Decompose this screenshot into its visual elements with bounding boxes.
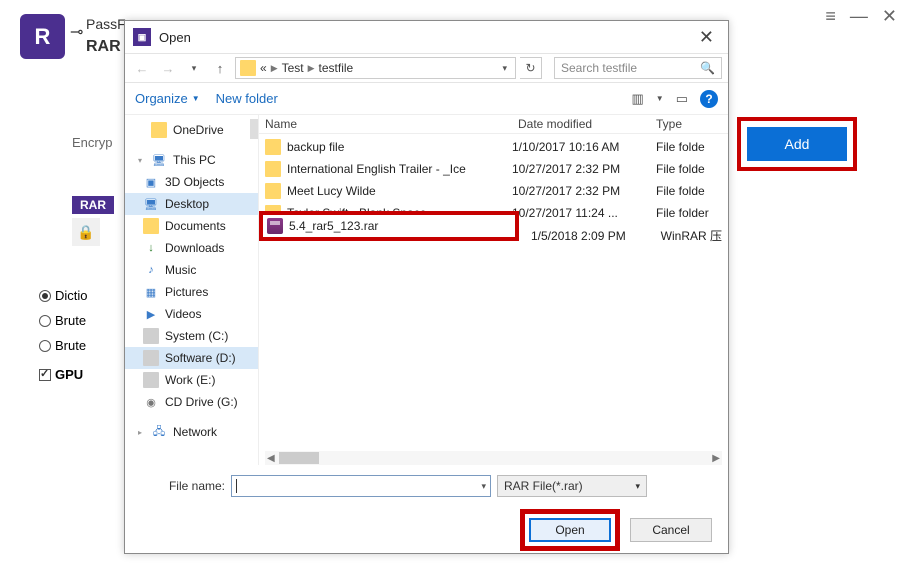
filename-input[interactable]: ▾ [231, 475, 491, 497]
tree-onedrive[interactable]: OneDrive [125, 119, 258, 141]
list-item[interactable]: International English Trailer - _Ice 10/… [259, 158, 728, 180]
nav-back-icon[interactable]: ← [131, 61, 153, 76]
rar-file-highlight: 5.4_rar5_123.rar [259, 211, 519, 241]
folder-icon [265, 183, 281, 199]
desktop-icon: 🖥 [143, 196, 159, 212]
tree-drive-e[interactable]: Work (E:) [125, 369, 258, 391]
folder-icon [265, 139, 281, 155]
cancel-button[interactable]: Cancel [630, 518, 712, 542]
nav-forward-icon[interactable]: → [157, 61, 179, 76]
chevron-right-icon[interactable]: ▸ [135, 428, 145, 437]
add-button-highlight: Add [737, 117, 857, 171]
folder-tree: OneDrive ▾🖥This PC ▣3D Objects 🖥Desktop … [125, 115, 259, 465]
pictures-icon: ▦ [143, 284, 159, 300]
tree-drive-g[interactable]: ◉CD Drive (G:) [125, 391, 258, 413]
tree-network[interactable]: ▸🖧Network [125, 421, 258, 443]
cd-icon: ◉ [143, 394, 159, 410]
chevron-down-icon: ▾ [635, 481, 640, 492]
tree-3d-objects[interactable]: ▣3D Objects [125, 171, 258, 193]
videos-icon: ▶ [143, 306, 159, 322]
dialog-close-icon[interactable]: ✕ [693, 27, 720, 48]
file-type-filter[interactable]: RAR File(*.rar) ▾ [497, 475, 647, 497]
chevron-right-icon: ▶ [308, 63, 315, 74]
app-close-icon[interactable]: ✕ [882, 6, 897, 27]
breadcrumb-test[interactable]: Test [282, 61, 304, 75]
nav-up-icon[interactable]: ↑ [209, 61, 231, 76]
open-button[interactable]: Open [529, 518, 611, 542]
tree-downloads[interactable]: ↓Downloads [125, 237, 258, 259]
radio-brute-1[interactable]: Brute [39, 313, 88, 328]
dialog-title: Open [159, 30, 191, 45]
list-item-rar[interactable]: 5.4_rar5_123.rar [267, 217, 511, 235]
col-date[interactable]: Date modified [518, 117, 656, 131]
chevron-down-icon: ▼ [192, 94, 200, 103]
drive-icon [143, 350, 159, 366]
chevron-down-icon[interactable]: ▾ [135, 156, 145, 165]
col-type[interactable]: Type [656, 117, 722, 131]
tree-drive-d[interactable]: Software (D:) [125, 347, 258, 369]
tree-music[interactable]: ♪Music [125, 259, 258, 281]
search-placeholder: Search testfile [561, 61, 637, 75]
app-logo-icon: R [20, 14, 65, 59]
view-mode-icon[interactable]: ▥ [631, 91, 643, 107]
view-dropdown-icon[interactable]: ▼ [656, 94, 664, 103]
preview-pane-icon[interactable]: ▭ [676, 91, 688, 107]
organize-menu[interactable]: Organize ▼ [135, 91, 200, 106]
help-icon[interactable]: ? [700, 90, 718, 108]
tree-scrollbar[interactable] [250, 119, 258, 139]
radio-brute-2[interactable]: Brute [39, 338, 88, 353]
checkbox-gpu[interactable]: GPU [39, 367, 88, 382]
add-button[interactable]: Add [747, 127, 847, 161]
tree-desktop[interactable]: 🖥Desktop [125, 193, 258, 215]
app-key-icon: ⊸ [70, 22, 83, 42]
lock-icon: 🔒 [72, 218, 100, 246]
drive-icon [143, 372, 159, 388]
dialog-app-icon: ▣ [133, 28, 151, 46]
breadcrumb-dropdown-icon[interactable]: ▾ [498, 63, 511, 74]
refresh-icon[interactable]: ↻ [520, 57, 542, 79]
app-title-sub: RAR [86, 38, 121, 56]
search-input[interactable]: Search testfile 🔍 [554, 57, 722, 79]
chevron-right-icon: ▶ [271, 63, 278, 74]
folder-icon [265, 161, 281, 177]
list-header[interactable]: Name Date modified Type [259, 115, 728, 134]
app-title-top: PassF [86, 16, 126, 32]
filename-dropdown-icon[interactable]: ▾ [481, 481, 486, 492]
search-icon: 🔍 [700, 61, 715, 75]
breadcrumb-folder-icon [240, 60, 256, 76]
tree-pictures[interactable]: ▦Pictures [125, 281, 258, 303]
nav-recent-dropdown-icon[interactable]: ▾ [183, 63, 205, 74]
col-name[interactable]: Name [265, 117, 518, 131]
open-dialog: ▣ Open ✕ ← → ▾ ↑ « ▶ Test ▶ testfile ▾ ↻… [124, 20, 729, 554]
tree-drive-c[interactable]: System (C:) [125, 325, 258, 347]
rar-icon [267, 218, 283, 234]
drive-icon [143, 328, 159, 344]
pc-icon: 🖥 [151, 152, 167, 168]
download-icon: ↓ [143, 240, 159, 256]
breadcrumb[interactable]: « ▶ Test ▶ testfile ▾ [235, 57, 516, 79]
rar-badge: RAR [72, 196, 114, 214]
documents-icon [143, 218, 159, 234]
music-icon: ♪ [143, 262, 159, 278]
tree-this-pc[interactable]: ▾🖥This PC [125, 149, 258, 171]
list-horizontal-scrollbar[interactable]: ◀ ▶ [265, 451, 722, 465]
minimize-icon[interactable]: — [850, 6, 868, 27]
tree-documents[interactable]: Documents [125, 215, 258, 237]
breadcrumb-testfile[interactable]: testfile [319, 61, 354, 75]
onedrive-icon [151, 122, 167, 138]
radio-dictionary[interactable]: Dictio [39, 288, 88, 303]
filename-label: File name: [137, 479, 225, 493]
list-item[interactable]: backup file 1/10/2017 10:16 AM File fold… [259, 136, 728, 158]
open-button-highlight: Open [520, 509, 620, 551]
breadcrumb-root[interactable]: « [260, 61, 267, 75]
app-menu-icon[interactable]: ≡ [825, 6, 836, 27]
new-folder-button[interactable]: New folder [216, 91, 278, 106]
network-icon: 🖧 [151, 424, 167, 440]
list-item[interactable]: Meet Lucy Wilde 10/27/2017 2:32 PM File … [259, 180, 728, 202]
cube-icon: ▣ [143, 174, 159, 190]
tree-videos[interactable]: ▶Videos [125, 303, 258, 325]
file-list: Name Date modified Type backup file 1/10… [259, 115, 728, 465]
